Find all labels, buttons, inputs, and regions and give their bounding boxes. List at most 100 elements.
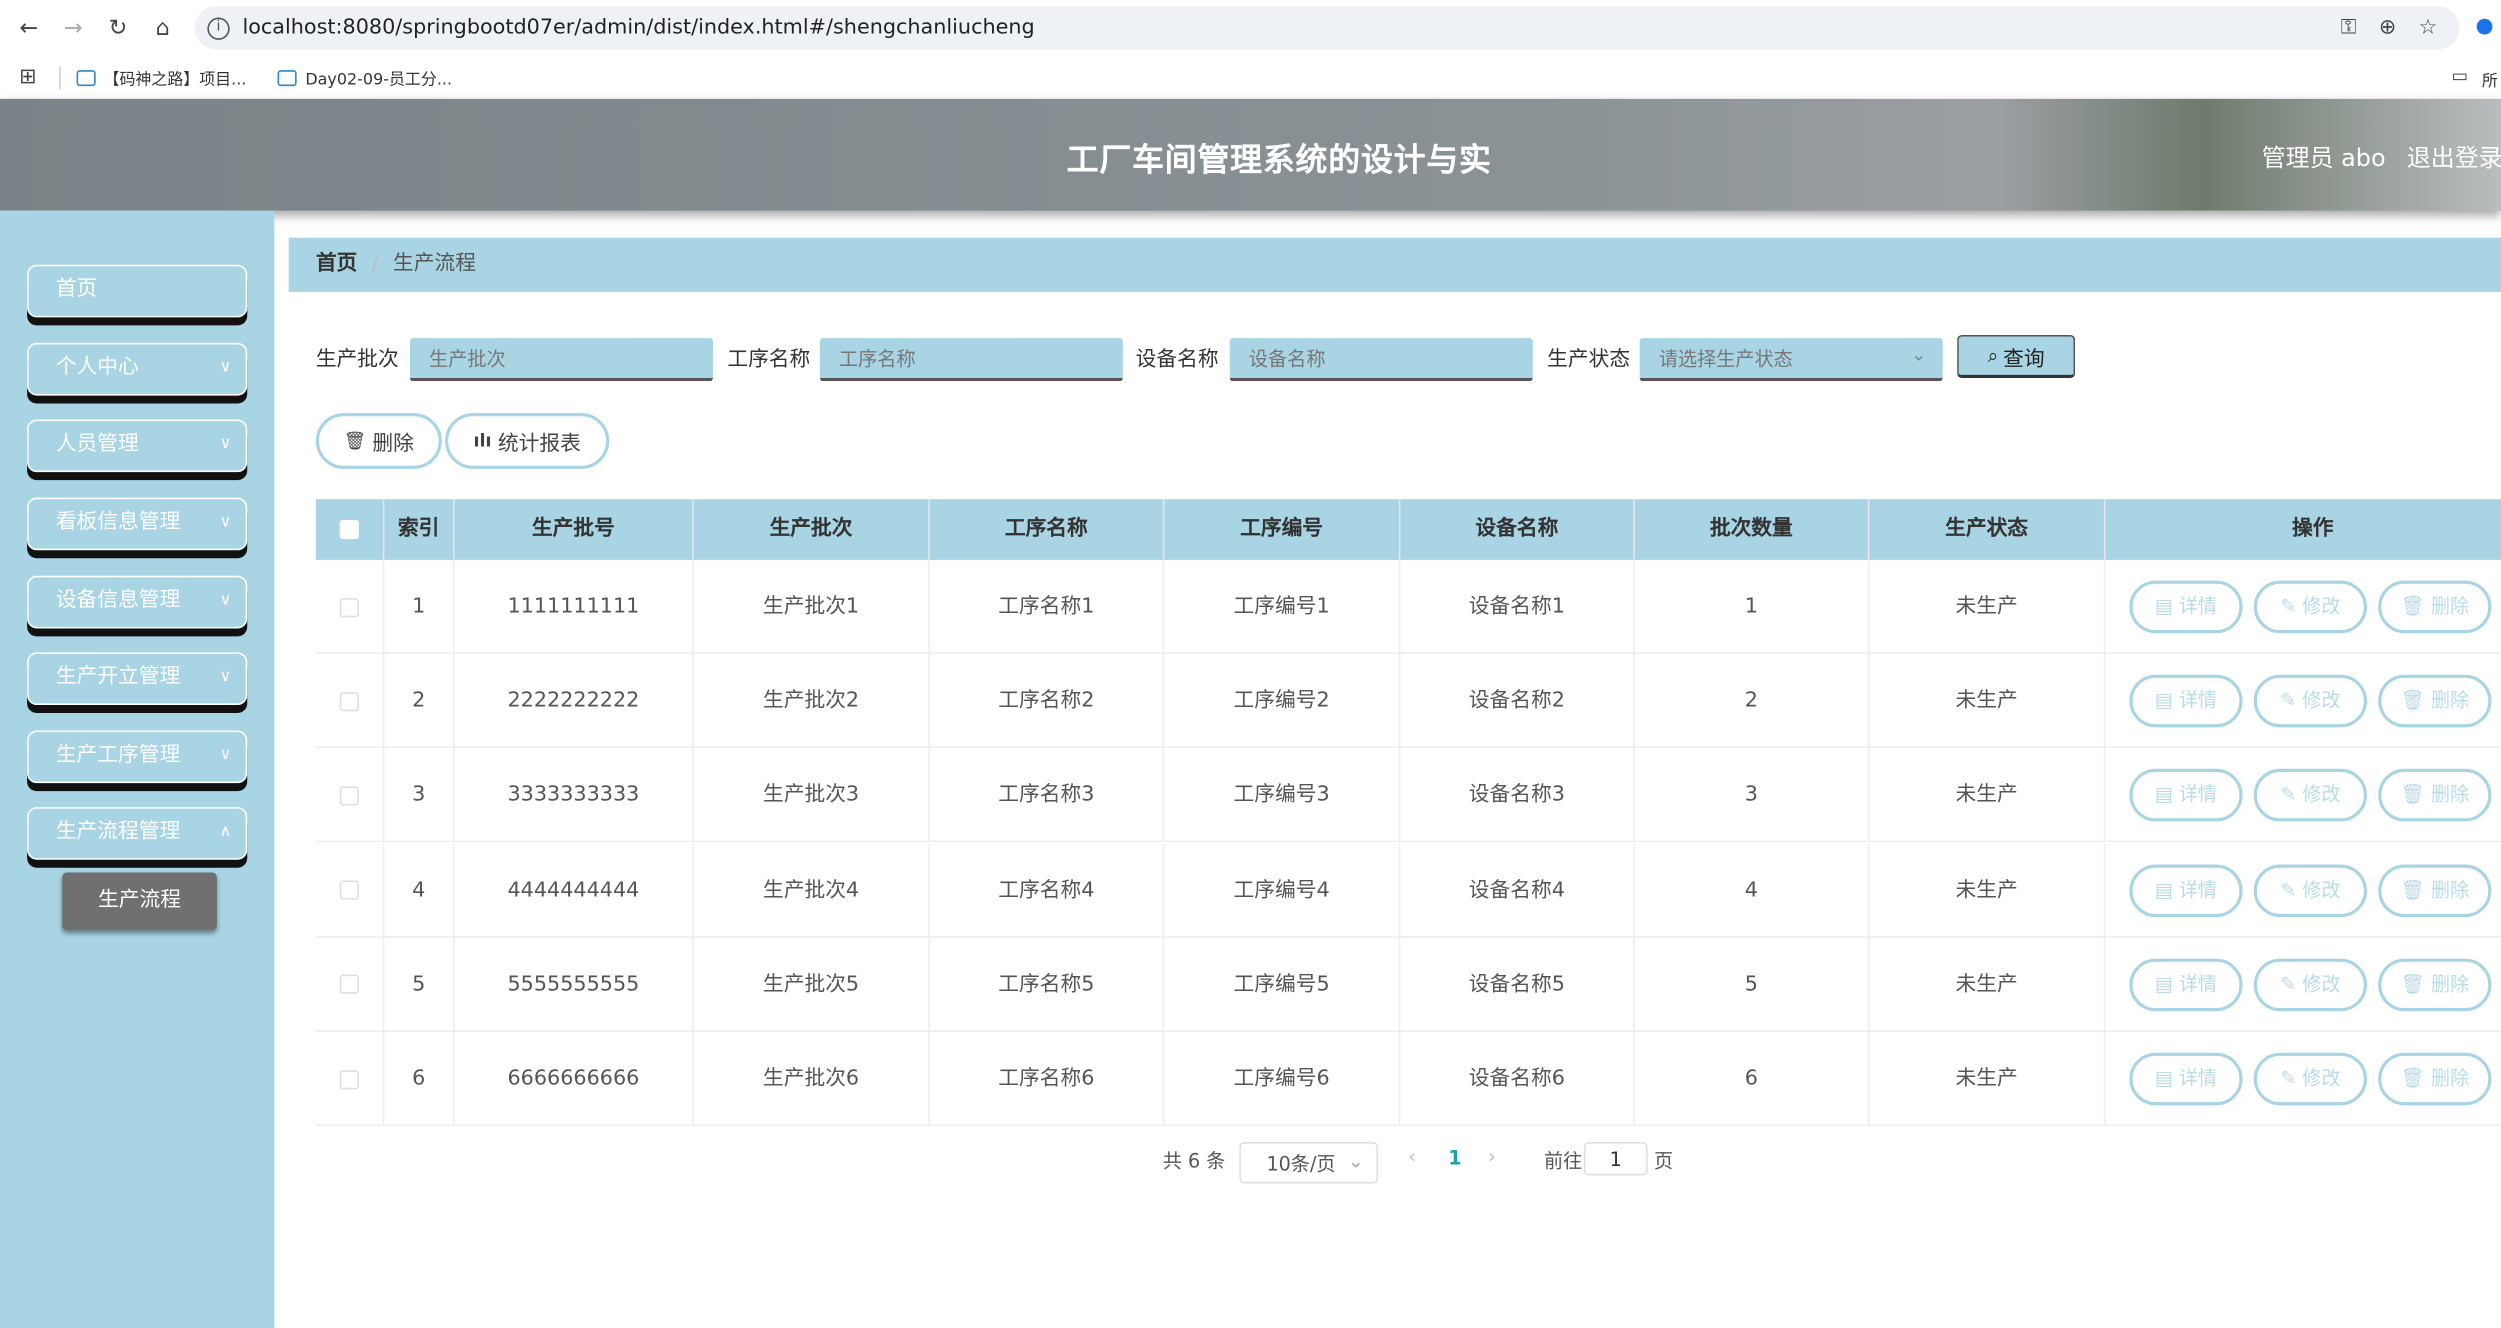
delete-button[interactable]: 🗑 删除 [2378,769,2492,823]
sidebar-item-home[interactable]: 首页 [27,264,248,318]
page-size-select[interactable]: 10条/页 ⌄ [1239,1142,1379,1184]
process-name-input[interactable]: 工序名称 [819,338,1123,382]
logout-link[interactable]: 退出登录 [2407,140,2501,173]
batch-delete-label: 删除 [372,432,414,457]
delete-button[interactable]: 🗑 删除 [2378,1052,2492,1106]
row-checkbox[interactable] [339,597,359,617]
edit-button[interactable]: ✎ 修改 [2253,1052,2368,1106]
stats-report-label: 统计报表 [497,432,581,457]
detail-button[interactable]: ▤ 详情 [2129,769,2243,823]
sidebar-item-board[interactable]: 看板信息管理 ∨ [27,497,248,551]
row-checkbox[interactable] [339,975,359,995]
detail-button[interactable]: ▤ 详情 [2129,580,2243,634]
goto-page-input[interactable]: 1 [1583,1142,1648,1176]
folder-icon[interactable]: ▭ [2452,65,2469,86]
site-info-icon[interactable]: i [207,16,230,40]
all-bookmarks-label[interactable]: 所 [2482,67,2498,91]
edit-button[interactable]: ✎ 修改 [2253,580,2368,634]
row-checkbox[interactable] [339,786,359,806]
detail-button[interactable]: ▤ 详情 [2129,958,2243,1011]
edit-button[interactable]: ✎ 修改 [2253,863,2368,917]
delete-label: 删除 [2430,972,2470,995]
row-checkbox[interactable] [339,880,359,900]
bookmark-item[interactable]: 【码神之路】项目... [76,65,246,89]
sidebar-item-production-open[interactable]: 生产开立管理 ∨ [27,652,248,705]
edit-button[interactable]: ✎ 修改 [2253,674,2368,728]
pencil-icon: ✎ [2280,783,2303,807]
sidebar-item-label: 看板信息管理 [55,510,181,535]
col-header-process-no: 工序编号 [1164,499,1401,560]
sidebar-subitem-production-flow[interactable]: 生产流程 [62,872,217,930]
trash-icon: 🗑 [2400,689,2431,712]
cell-process-name: 工序名称2 [930,654,1165,749]
trash-icon: 🗑 [2400,878,2431,901]
delete-button[interactable]: 🗑 删除 [2378,580,2492,634]
trash-icon: 🗑 [2400,1067,2431,1090]
document-icon: ▤ [2154,1067,2179,1090]
home-icon[interactable]: ⌂ [140,15,185,41]
url-text: localhost:8080/springbootd07er/admin/dis… [242,15,1035,40]
cell-process-name: 工序名称4 [930,843,1165,938]
sidebar-item-equipment[interactable]: 设备信息管理 ∨ [27,575,248,629]
prev-page-icon[interactable]: ‹ [1408,1145,1416,1167]
password-key-icon[interactable]: ⚿ [2341,16,2357,40]
cell-status: 未生产 [1869,937,2106,1032]
cell-process-name: 工序名称6 [930,1031,1165,1127]
query-button[interactable]: ⌕ 查询 [1957,334,2076,379]
cell-process-no: 工序编号6 [1164,1031,1401,1127]
system-title: 工厂车间管理系统的设计与实 [1066,140,1492,179]
profile-icon[interactable]: ● [2475,14,2493,38]
apps-grid-icon[interactable]: ⊞ [19,65,36,89]
page-number-active[interactable]: 1 [1448,1147,1461,1169]
pencil-icon: ✎ [2280,1067,2303,1090]
bilibili-icon [278,69,298,86]
filter-label-process-name: 工序名称 [727,347,811,372]
cell-equipment-name: 设备名称3 [1400,748,1635,843]
batch-input[interactable]: 生产批次 [409,338,713,382]
detail-button[interactable]: ▤ 详情 [2129,1052,2243,1106]
breadcrumb-home[interactable]: 首页 [316,252,357,276]
bookmark-star-icon[interactable]: ☆ [2419,16,2438,40]
delete-button[interactable]: 🗑 删除 [2378,674,2492,728]
back-icon[interactable]: ← [6,15,51,41]
document-icon: ▤ [2154,972,2179,995]
cell-equipment-name: 设备名称5 [1400,937,1635,1032]
pencil-icon: ✎ [2280,878,2303,901]
reload-icon[interactable]: ↻ [96,15,141,41]
detail-button[interactable]: ▤ 详情 [2129,674,2243,728]
batch-delete-button[interactable]: 🗑 删除 [315,413,442,469]
delete-button[interactable]: 🗑 删除 [2378,863,2492,917]
address-bar[interactable]: i localhost:8080/springbootd07er/admin/d… [194,6,2460,50]
next-page-icon[interactable]: › [1488,1145,1496,1167]
sidebar-item-production-flow[interactable]: 生产流程管理 ∧ [27,807,248,860]
pencil-icon: ✎ [2280,594,2303,618]
row-select-cell [316,1031,385,1127]
stats-report-button[interactable]: ılı 统计报表 [445,413,610,469]
chevron-down-icon: ⌄ [1347,1150,1364,1173]
row-checkbox[interactable] [339,691,359,711]
bookmark-item[interactable]: Day02-09-员工分... [278,65,452,89]
cell-batch-no: 3333333333 [455,748,694,843]
table-row: 2 2222222222 生产批次2 工序名称2 工序编号2 设备名称2 2 未生产 ▤ 详情 ✎… [315,654,2501,749]
sidebar-item-personal-center[interactable]: 个人中心 ∨ [27,342,248,396]
delete-button[interactable]: 🗑 删除 [2378,958,2492,1011]
edit-label: 修改 [2302,878,2341,901]
row-checkbox[interactable] [339,1069,359,1089]
sidebar-item-staff[interactable]: 人员管理 ∨ [27,419,248,473]
bookmark-label: Day02-09-员工分... [305,71,453,90]
cell-actions: ▤ 详情 ✎ 修改 🗑 删除 [2105,560,2501,654]
pagination-total: 共 6 条 [1162,1150,1226,1173]
equipment-name-input[interactable]: 设备名称 [1229,338,1533,382]
edit-button[interactable]: ✎ 修改 [2253,769,2368,823]
row-select-cell [316,937,385,1032]
cell-equipment-name: 设备名称6 [1400,1031,1635,1127]
status-select[interactable]: 请选择生产状态 [1639,333,1943,382]
chevron-down-icon: ∨ [219,513,232,532]
forward-icon[interactable]: → [51,15,96,41]
cell-process-no: 工序编号2 [1164,654,1401,749]
edit-button[interactable]: ✎ 修改 [2253,958,2368,1011]
zoom-icon[interactable]: ⊕ [2379,16,2396,40]
detail-button[interactable]: ▤ 详情 [2129,863,2243,917]
sidebar-item-production-process[interactable]: 生产工序管理 ∨ [27,730,248,784]
select-all-checkbox[interactable] [339,519,359,539]
